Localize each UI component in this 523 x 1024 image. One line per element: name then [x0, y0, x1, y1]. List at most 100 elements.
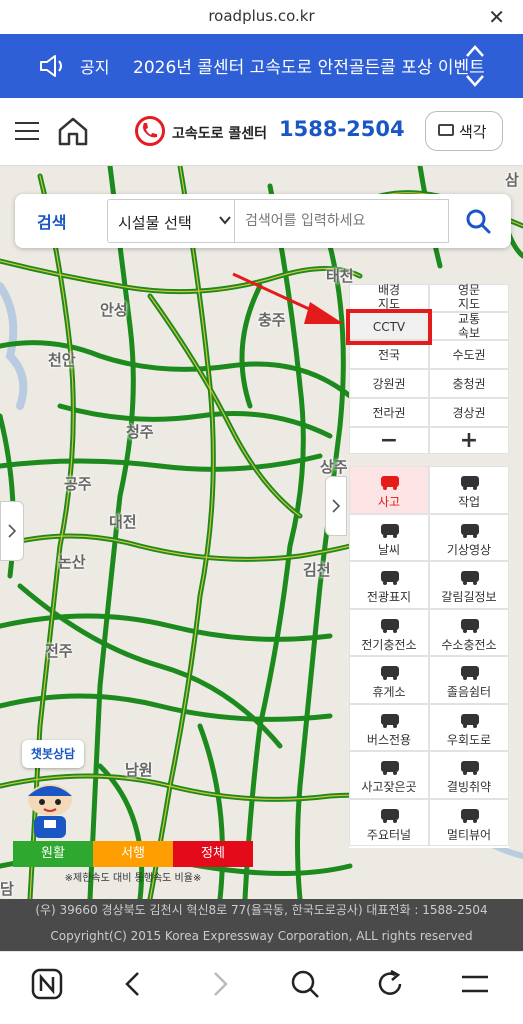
- layer-button[interactable]: 결빙취약: [429, 751, 509, 799]
- color-vision-label: 색각: [459, 123, 487, 141]
- place-label: 남원: [125, 761, 153, 779]
- footer-address: (우) 39660 경상북도 김천시 혁신8로 77(율곡동, 한국도로공사) …: [35, 903, 488, 917]
- layer-label: 전광표지: [366, 590, 412, 604]
- layer-button[interactable]: 사고: [349, 466, 429, 514]
- color-vision-button[interactable]: 색각: [425, 111, 503, 151]
- back-icon[interactable]: [116, 967, 150, 1001]
- layer-label: 사고잦은곳: [361, 780, 417, 794]
- layer-label: 멀티뷰어: [446, 827, 492, 842]
- search-bar: 검색 시설물 선택: [15, 194, 511, 248]
- layer-button[interactable]: 전기충전소: [349, 608, 429, 656]
- cctv-highlight-box: [346, 309, 432, 345]
- traffic-legend: 원활 서행 정체: [13, 841, 253, 867]
- layer-button[interactable]: 갈림길정보: [429, 561, 509, 609]
- chevron-down-icon[interactable]: [463, 72, 487, 90]
- search-icon[interactable]: [463, 206, 493, 236]
- layer-label: 우회도로: [446, 732, 492, 747]
- footer-copyright: Copyright(C) 2015 Korea Expressway Corpo…: [50, 929, 473, 943]
- region-gyeongsang-button[interactable]: 경상권: [429, 398, 509, 427]
- place-label: 청주: [126, 423, 154, 441]
- english-map-button[interactable]: 영문 지도: [429, 283, 509, 312]
- browser-bottom-nav: [0, 951, 523, 1024]
- chevron-down-icon: [219, 216, 231, 225]
- callcenter-label: 고속도로 콜센터: [172, 126, 268, 142]
- url-text[interactable]: roadplus.co.kr: [0, 7, 523, 25]
- hamburger-menu-icon[interactable]: [15, 122, 39, 142]
- facility-select[interactable]: 시설물 선택: [107, 199, 241, 243]
- menu-icon[interactable]: [458, 967, 492, 1001]
- place-label: 전주: [45, 642, 73, 660]
- browser-url-bar[interactable]: roadplus.co.kr ✕: [0, 0, 523, 34]
- roadwork-icon: [458, 471, 482, 491]
- monitor-icon: [438, 124, 454, 136]
- icy-road-icon: [458, 756, 482, 776]
- layer-button[interactable]: 사고잦은곳: [349, 751, 429, 799]
- search-input[interactable]: [234, 199, 449, 243]
- region-capital-button[interactable]: 수도권: [429, 340, 509, 369]
- layer-label: 기상영상: [446, 542, 492, 557]
- layer-label: 전기충전소: [361, 637, 417, 652]
- layer-button[interactable]: 날씨: [349, 513, 429, 561]
- vms-icon: [378, 566, 402, 586]
- rest-area-icon: [378, 661, 402, 681]
- home-icon[interactable]: [57, 115, 89, 147]
- place-label: 대전: [109, 513, 137, 531]
- layer-button[interactable]: 수소충전소: [429, 608, 509, 656]
- callcenter-number[interactable]: 1588-2504: [279, 117, 405, 141]
- search-tab[interactable]: 검색: [37, 209, 66, 233]
- layer-button[interactable]: 멀티뷰어: [429, 798, 509, 846]
- layer-button[interactable]: 우회도로: [429, 703, 509, 751]
- layer-label: 휴게소: [372, 685, 406, 699]
- notice-banner[interactable]: 공지 2026년 콜센터 고속도로 안전골든콜 포상 이벤트: [0, 34, 523, 98]
- zoom-out-button[interactable]: −: [349, 427, 429, 454]
- junction-icon: [458, 566, 482, 586]
- place-label: 삼: [505, 171, 519, 189]
- layer-button[interactable]: 휴게소: [349, 656, 429, 704]
- layer-label: 버스전용: [366, 732, 412, 747]
- zoom-in-button[interactable]: +: [429, 427, 509, 454]
- left-panel-handle[interactable]: [0, 501, 24, 561]
- place-label: 담: [0, 880, 14, 898]
- mascot-character-icon[interactable]: [14, 778, 86, 840]
- forward-icon[interactable]: [203, 967, 237, 1001]
- layer-label: 작업: [457, 495, 481, 509]
- panel-toggle-handle[interactable]: [325, 476, 347, 536]
- legend-note: ※제한속도 대비 통행속도 비율※: [64, 873, 202, 884]
- speaker-icon: [40, 55, 62, 77]
- layer-button[interactable]: 전광표지: [349, 561, 429, 609]
- region-gangwon-button[interactable]: 강원권: [349, 369, 429, 398]
- background-map-button[interactable]: 배경 지도: [349, 283, 429, 312]
- close-icon[interactable]: ✕: [488, 5, 505, 29]
- notice-text[interactable]: 2026년 콜센터 고속도로 안전골든콜 포상 이벤트: [133, 53, 485, 78]
- legend-smooth: 원활: [13, 841, 93, 867]
- search-icon[interactable]: [288, 967, 322, 1001]
- layer-panel: 사고 작업날씨 기상영상전광표지 갈림길정보전기충전소 수소충전소휴게소 졸음쉼터버스전용…: [349, 466, 509, 848]
- layer-button[interactable]: 주요터널: [349, 798, 429, 846]
- frequent-accident-icon: [378, 756, 402, 776]
- layer-button[interactable]: 버스전용: [349, 703, 429, 751]
- chatbot-button[interactable]: 챗봇상담: [22, 740, 84, 768]
- chevron-up-icon[interactable]: [463, 42, 487, 60]
- layer-label: 사고: [377, 495, 401, 509]
- place-label: 천안: [48, 351, 76, 369]
- traffic-news-button[interactable]: 교통 속보: [429, 312, 509, 340]
- layer-button[interactable]: 졸음쉼터: [429, 656, 509, 704]
- pointer-arrow-icon: [232, 272, 344, 324]
- place-label: 공주: [64, 475, 92, 493]
- layer-button[interactable]: 작업: [429, 466, 509, 514]
- place-label: 논산: [58, 553, 86, 571]
- region-chungcheong-button[interactable]: 충청권: [429, 369, 509, 398]
- weather-icon: [378, 519, 402, 539]
- layer-button[interactable]: 기상영상: [429, 513, 509, 561]
- region-jeolla-button[interactable]: 전라권: [349, 398, 429, 427]
- bus-icon: [378, 709, 402, 729]
- legend-slow: 서행: [93, 841, 173, 867]
- place-label: 김천: [303, 561, 331, 579]
- notice-label: 공지: [80, 58, 110, 77]
- layer-label: 수소충전소: [441, 637, 497, 652]
- hydrogen-station-icon: [458, 614, 482, 634]
- traffic-map[interactable]: 삼 태천 안성 충주 천안 청주 상주 공주 대전 김천 논산 전주 남원 담 …: [0, 166, 523, 899]
- naver-n-icon[interactable]: [30, 967, 64, 1001]
- refresh-icon[interactable]: [373, 967, 407, 1001]
- accident-car-icon: [378, 471, 402, 491]
